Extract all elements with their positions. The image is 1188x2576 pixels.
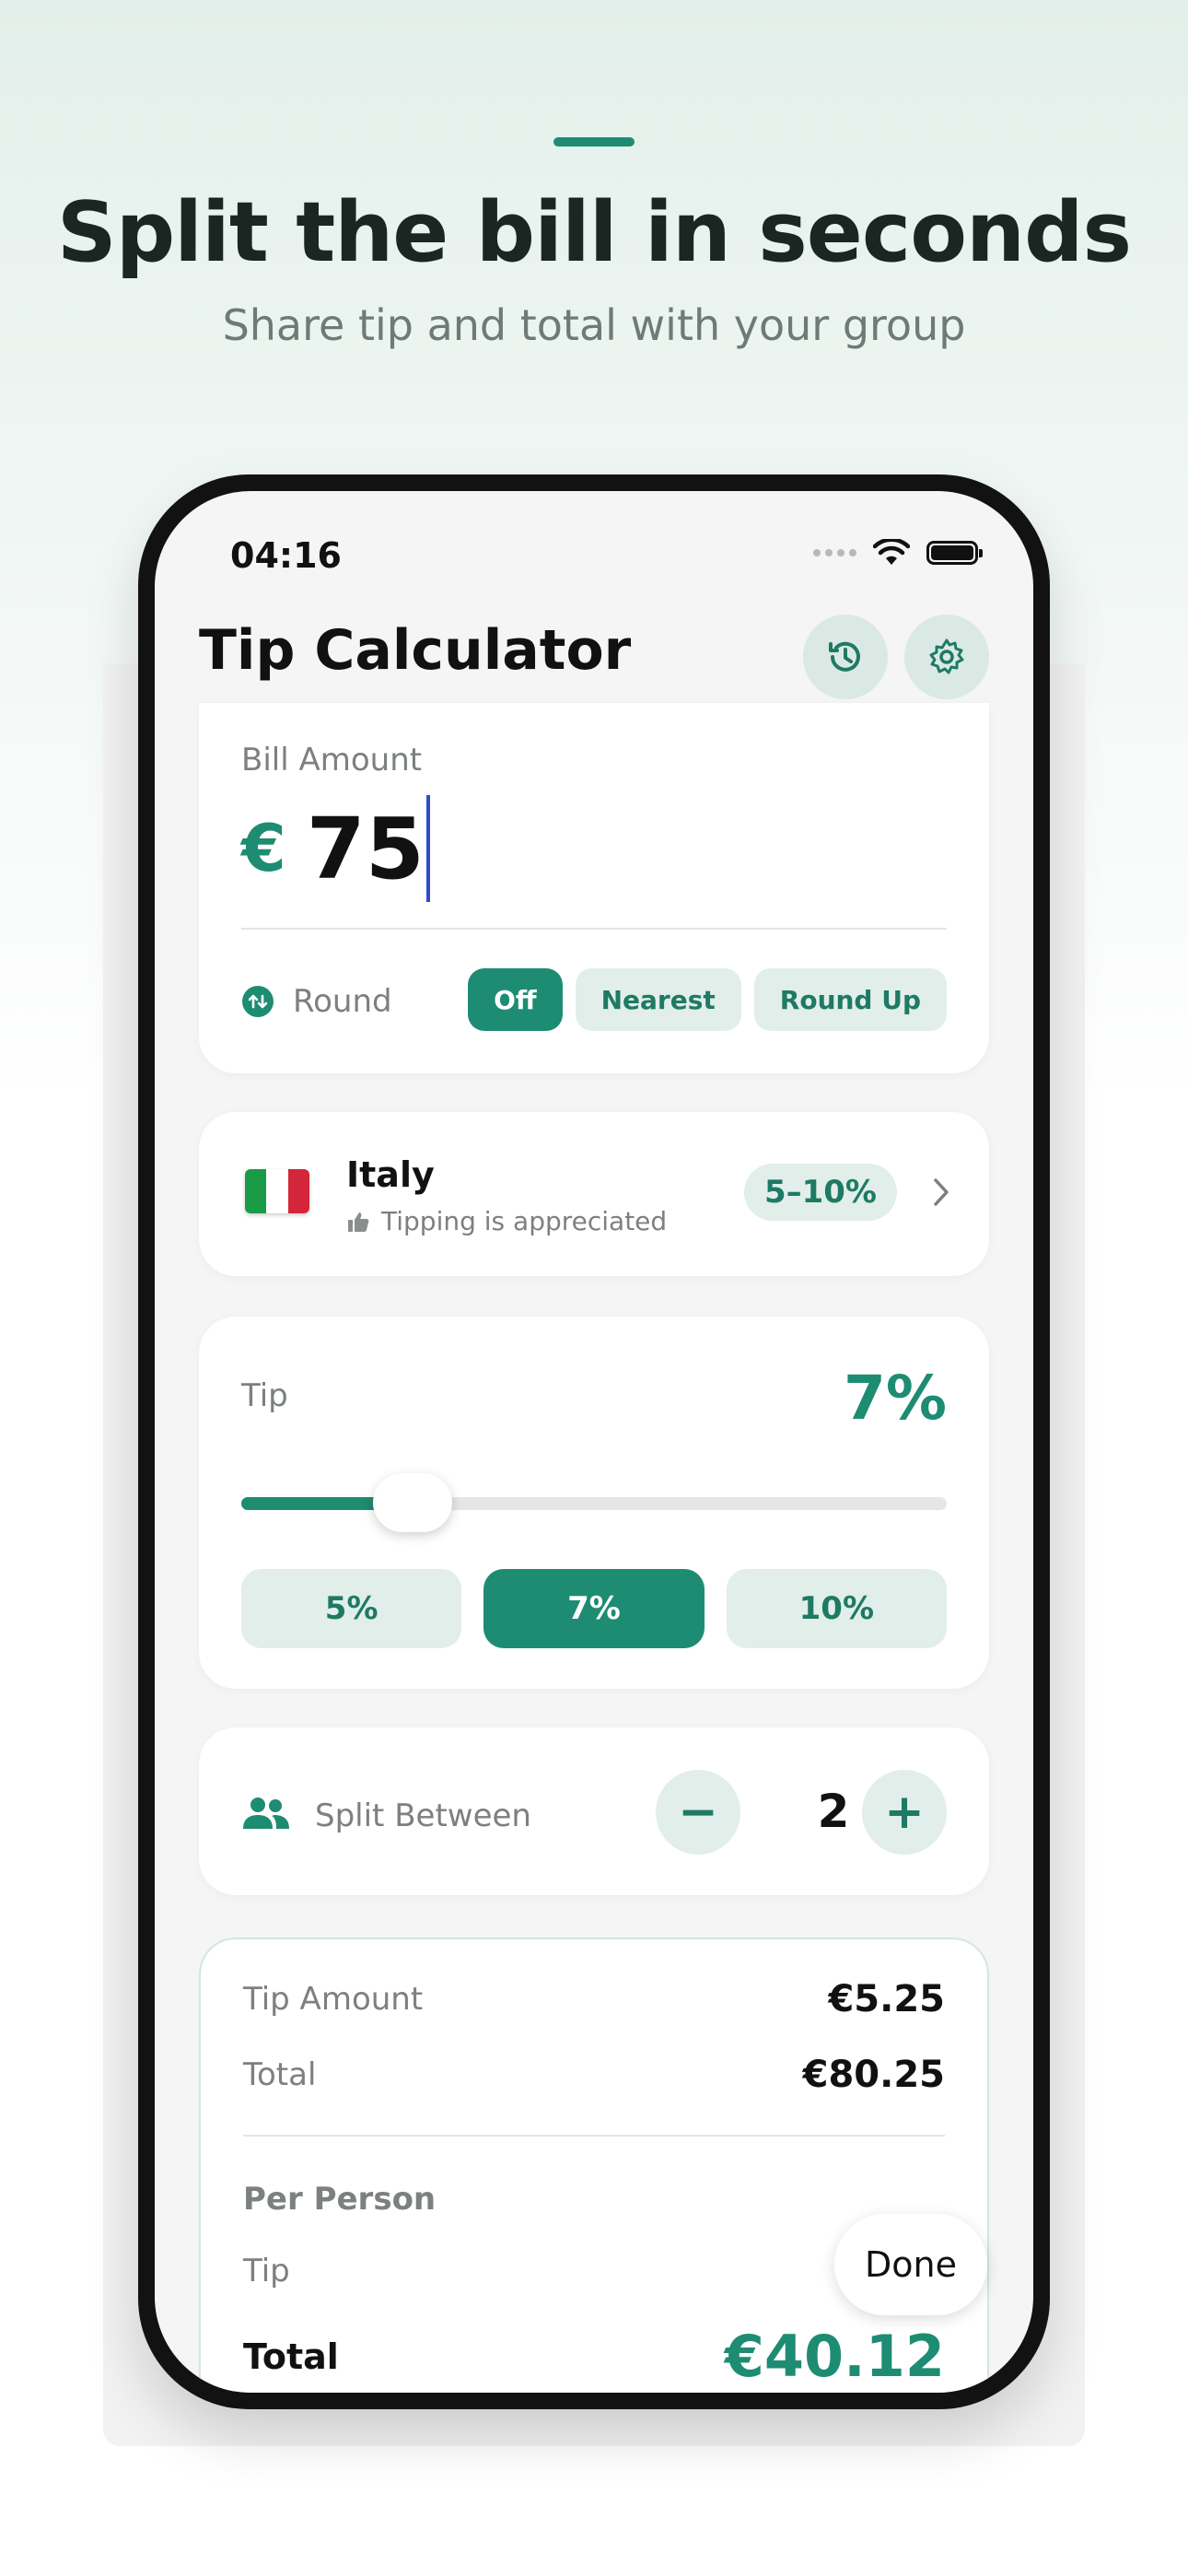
split-card: Split Between − 2 + <box>199 1727 989 1895</box>
split-label: Split Between <box>315 1797 531 1834</box>
tip-slider-fill <box>241 1497 383 1510</box>
total-label: Total <box>243 2056 317 2093</box>
phone-screen: 04:16 Tip Calculator Bill Amount € 75 Ro… <box>155 491 1033 2393</box>
signal-icon <box>813 549 856 556</box>
bill-card: Bill Amount € 75 Round Off Nearest Round… <box>199 703 989 1073</box>
round-option-round-up[interactable]: Round Up <box>753 968 947 1031</box>
wifi-icon <box>873 539 910 565</box>
settings-button[interactable] <box>904 615 989 699</box>
tip-range-badge: 5–10% <box>743 1164 897 1221</box>
split-count: 2 <box>817 1785 850 1838</box>
total-row: Total €80.25 <box>243 2054 945 2096</box>
per-person-tip-label: Tip <box>243 2253 290 2289</box>
tip-percentage: 7% <box>843 1363 947 1434</box>
tip-slider[interactable] <box>241 1473 947 1532</box>
tip-slider-thumb[interactable] <box>373 1473 453 1532</box>
status-icons <box>813 539 983 567</box>
round-label: Round <box>293 983 392 1020</box>
round-segmented-control: Off Nearest Round Up <box>468 968 947 1031</box>
history-button[interactable] <box>803 615 888 699</box>
tip-preset-5[interactable]: 5% <box>241 1569 462 1648</box>
country-note-group: Tipping is appreciated <box>346 1206 667 1236</box>
italy-flag-icon <box>245 1169 309 1213</box>
tip-amount-label: Tip Amount <box>243 1981 424 2018</box>
summary-divider <box>243 2135 945 2137</box>
bill-amount-input[interactable]: 75 <box>307 800 425 898</box>
country-name: Italy <box>346 1154 435 1195</box>
country-note: Tipping is appreciated <box>381 1206 668 1236</box>
tip-label: Tip <box>241 1377 288 1414</box>
tip-presets: 5% 7% 10% <box>241 1569 947 1648</box>
currency-symbol: € <box>241 811 286 886</box>
phone-frame: 04:16 Tip Calculator Bill Amount € 75 Ro… <box>138 474 1050 2409</box>
decrement-button[interactable]: − <box>656 1770 740 1855</box>
total-value: €80.25 <box>802 2054 945 2096</box>
country-card[interactable]: Italy Tipping is appreciated 5–10% <box>199 1112 989 1276</box>
gear-icon <box>929 638 964 674</box>
round-label-group: Round <box>241 983 392 1020</box>
increment-button[interactable]: + <box>862 1770 947 1855</box>
status-time: 04:16 <box>230 535 342 576</box>
marketing-headline: Split the bill in seconds <box>56 184 1132 281</box>
round-option-nearest[interactable]: Nearest <box>575 968 741 1031</box>
round-option-off[interactable]: Off <box>468 968 563 1031</box>
tip-amount-value: €5.25 <box>828 1978 945 2020</box>
people-icon <box>243 1797 289 1829</box>
per-person-total-value: €40.12 <box>724 2323 945 2390</box>
per-person-total-label: Total <box>243 2336 339 2377</box>
bill-label: Bill Amount <box>241 742 423 779</box>
history-icon <box>829 641 860 672</box>
per-person-total-row: Total €40.12 <box>243 2323 945 2390</box>
done-button[interactable]: Done <box>834 2214 987 2315</box>
bill-divider <box>241 928 947 930</box>
marketing-subline: Share tip and total with your group <box>222 300 966 350</box>
bill-amount-row[interactable]: € 75 <box>241 795 430 902</box>
round-icon <box>242 986 274 1017</box>
per-person-heading: Per Person <box>243 2181 437 2218</box>
battery-icon <box>926 541 983 565</box>
summary-card: Tip Amount €5.25 Total €80.25 Per Person… <box>199 1938 989 2393</box>
accent-bar <box>553 137 635 146</box>
app-title: Tip Calculator <box>199 618 632 683</box>
tip-preset-10[interactable]: 10% <box>726 1569 947 1648</box>
thumbs-up-icon <box>348 1212 369 1232</box>
tip-preset-7[interactable]: 7% <box>483 1569 705 1648</box>
tip-amount-row: Tip Amount €5.25 <box>243 1978 945 2020</box>
chevron-right-icon <box>934 1178 949 1206</box>
text-caret <box>425 795 430 902</box>
tip-card: Tip 7% 5% 7% 10% <box>199 1317 989 1689</box>
